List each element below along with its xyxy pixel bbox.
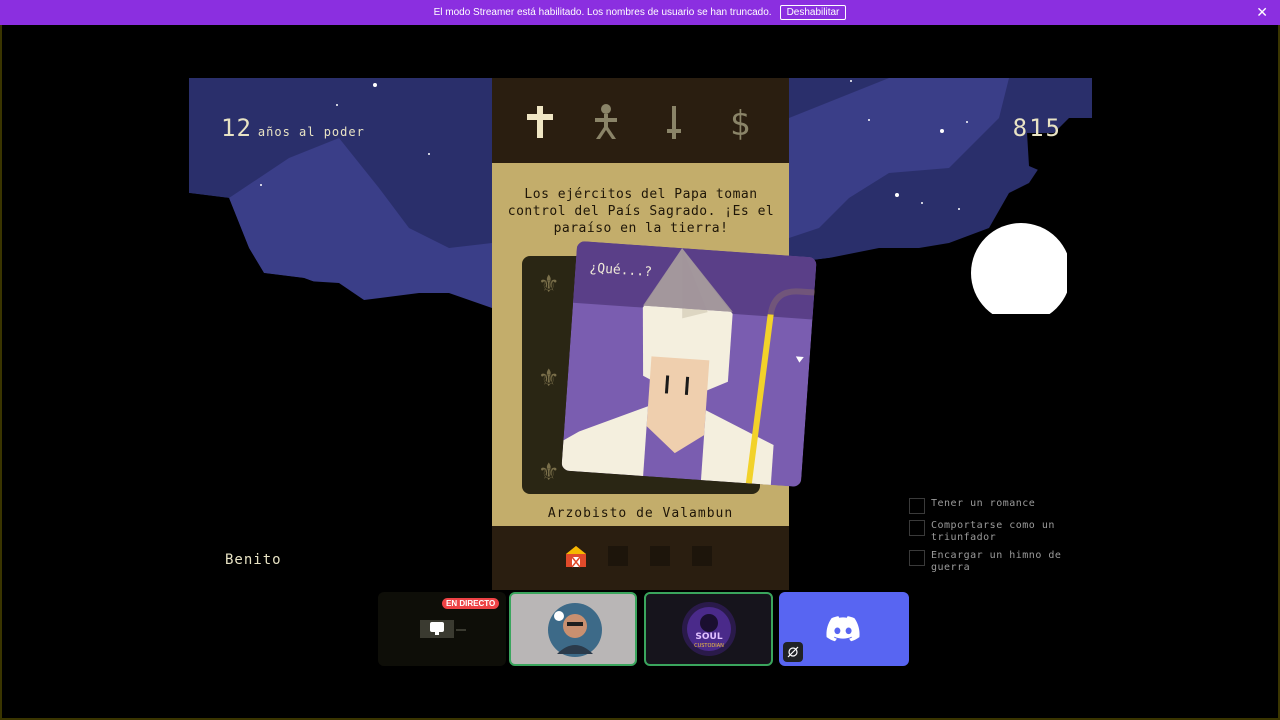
svg-text:SOUL: SOUL xyxy=(695,632,722,642)
discord-logo-icon xyxy=(826,616,860,642)
disable-streamer-button[interactable]: Deshabilitar xyxy=(779,5,847,20)
objectives-list: Tener un romance Comportarse como un tri… xyxy=(909,498,1089,580)
hidden-video-icon[interactable] xyxy=(783,642,803,662)
streamer-mode-banner: El modo Streamer está habilitado. Los no… xyxy=(0,0,1280,25)
objective-item: Tener un romance xyxy=(909,498,1089,514)
svg-text:⚜: ⚜ xyxy=(538,364,560,392)
objective-checkbox xyxy=(909,498,925,514)
years-number: 12 xyxy=(221,114,252,142)
objective-item: Encargar un himno de guerra xyxy=(909,550,1089,574)
svg-text:$: $ xyxy=(730,104,750,142)
objective-checkbox xyxy=(909,550,925,566)
soul-custodian-logo: SOUL CUSTODIAN xyxy=(682,602,736,656)
avatar xyxy=(548,603,602,657)
sword-icon xyxy=(667,106,681,139)
empty-item-slot xyxy=(692,546,712,566)
discord-tile[interactable] xyxy=(779,592,909,666)
character-name: Arzobisto de Valambun xyxy=(547,506,734,521)
soul-custodian-tile[interactable]: SOUL CUSTODIAN xyxy=(644,592,773,666)
objective-item: Comportarse como un triunfador xyxy=(909,520,1089,544)
dollar-icon: $ xyxy=(730,104,750,142)
cross-icon xyxy=(527,106,553,138)
user-video-tile[interactable] xyxy=(509,592,637,666)
person-icon xyxy=(595,104,617,139)
years-in-power: 12 años al poder xyxy=(221,114,365,142)
svg-text:⚜: ⚜ xyxy=(538,270,560,298)
screen-share-tile[interactable]: EN DIRECTO xyxy=(378,592,506,666)
decision-card[interactable]: ¿Qué...? xyxy=(561,240,846,489)
stream-preview xyxy=(420,620,466,638)
empty-item-slot xyxy=(650,546,670,566)
ruler-name: Benito xyxy=(225,552,282,568)
empty-item-slot xyxy=(608,546,628,566)
barn-icon xyxy=(566,546,586,568)
items-bar xyxy=(492,526,789,590)
svg-text:CUSTODIAN: CUSTODIAN xyxy=(694,643,724,649)
game-screen: 12 años al poder 815 Benito $ Los ejérci… xyxy=(189,78,1092,590)
score: 815 xyxy=(1012,114,1062,142)
close-icon[interactable]: ✕ xyxy=(1256,4,1268,21)
archbishop-portrait: ¿Qué...? xyxy=(561,240,817,488)
svg-text:⚜: ⚜ xyxy=(538,458,560,486)
objective-checkbox xyxy=(909,520,925,536)
card-description: Los ejércitos del Papa toman control del… xyxy=(507,187,775,236)
stats-bar: $ xyxy=(492,78,789,163)
years-label: años al poder xyxy=(257,125,365,139)
live-badge: EN DIRECTO xyxy=(442,598,500,609)
banner-message: El modo Streamer está habilitado. Los no… xyxy=(433,7,772,18)
